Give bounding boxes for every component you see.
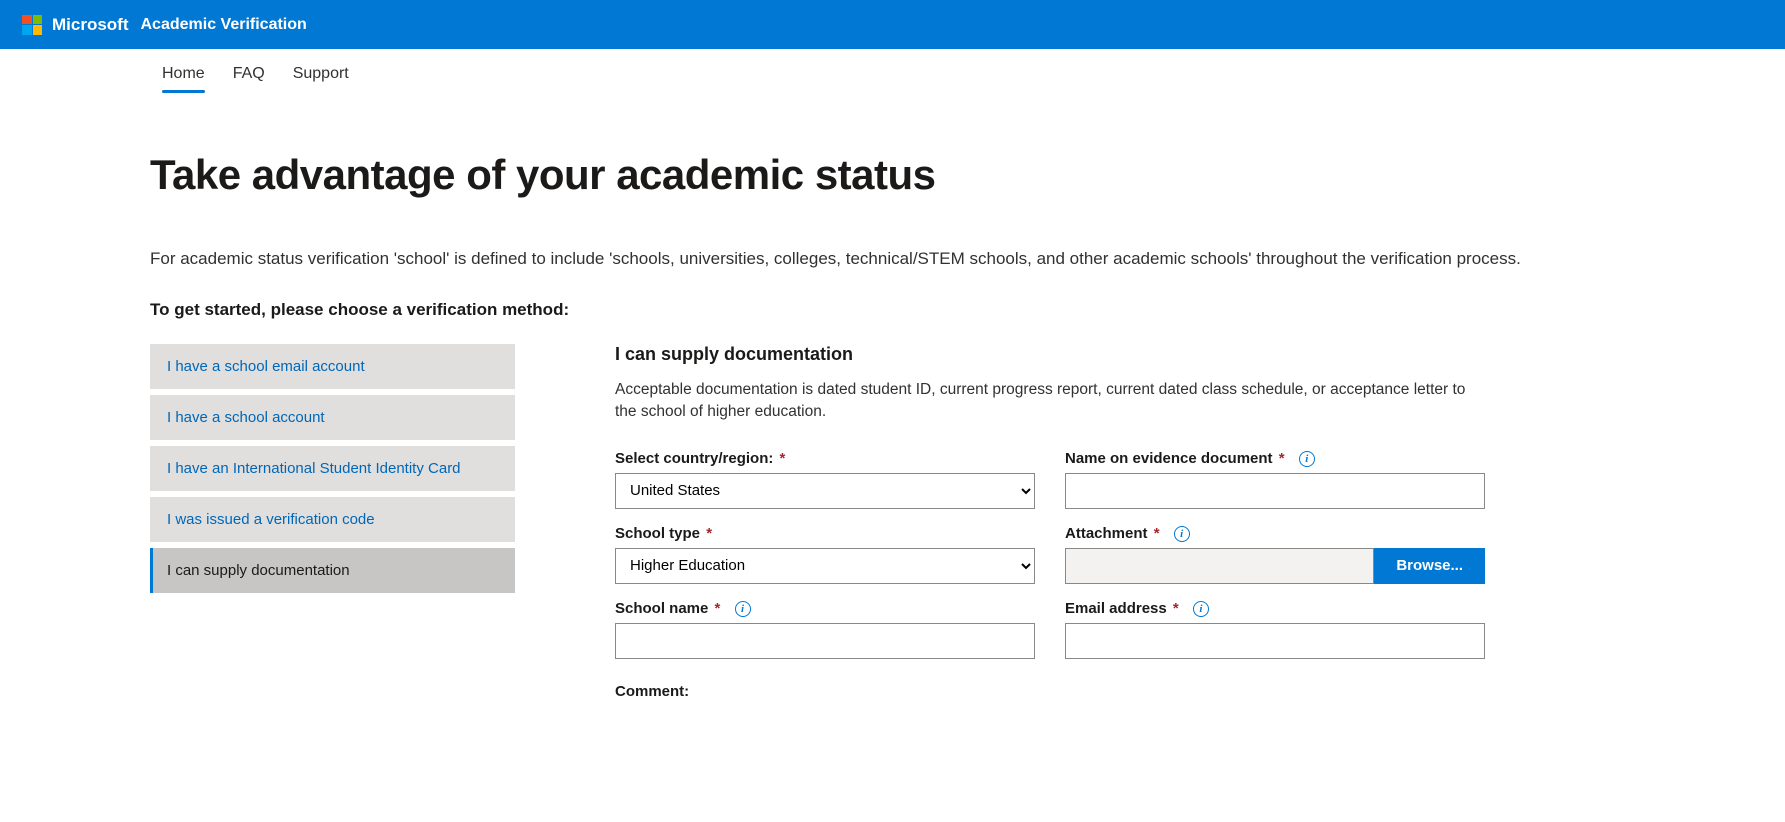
intro-text: For academic status verification 'school…: [150, 247, 1680, 272]
field-comment: Comment:: [615, 675, 1035, 700]
label-attachment-text: Attachment: [1065, 525, 1148, 542]
method-supply-documentation[interactable]: I can supply documentation: [150, 548, 515, 593]
field-school-name: School name * i: [615, 600, 1035, 659]
label-school-type: School type *: [615, 525, 1035, 542]
required-asterisk: *: [1154, 525, 1160, 542]
browse-button[interactable]: Browse...: [1374, 548, 1485, 584]
input-email[interactable]: [1065, 623, 1485, 659]
main-scroll-region[interactable]: Take advantage of your academic status F…: [0, 93, 1785, 787]
method-school-account[interactable]: I have a school account: [150, 395, 515, 440]
required-asterisk: *: [715, 600, 721, 617]
required-asterisk: *: [780, 450, 786, 467]
input-name-on-document[interactable]: [1065, 473, 1485, 509]
label-country: Select country/region: *: [615, 450, 1035, 467]
tab-support[interactable]: Support: [293, 65, 349, 93]
microsoft-logo-icon: [22, 15, 42, 35]
field-country: Select country/region: * United States: [615, 450, 1035, 509]
info-icon[interactable]: i: [1193, 601, 1209, 617]
label-name-on-document: Name on evidence document * i: [1065, 450, 1485, 467]
select-country[interactable]: United States: [615, 473, 1035, 509]
label-school-name: School name * i: [615, 600, 1035, 617]
field-email: Email address * i: [1065, 600, 1485, 659]
label-comment: Comment:: [615, 683, 1035, 700]
choose-heading: To get started, please choose a verifica…: [150, 300, 1761, 320]
verification-method-list: I have a school email account I have a s…: [150, 344, 515, 599]
form-description: Acceptable documentation is dated studen…: [615, 379, 1485, 424]
nav-tabbar: Home FAQ Support: [0, 49, 1785, 93]
form-title: I can supply documentation: [615, 344, 1485, 365]
attachment-display: [1065, 548, 1374, 584]
field-name-on-document: Name on evidence document * i: [1065, 450, 1485, 509]
tab-faq[interactable]: FAQ: [233, 65, 265, 93]
label-name-on-document-text: Name on evidence document: [1065, 450, 1273, 467]
brand-app-name: Academic Verification: [141, 16, 307, 34]
required-asterisk: *: [1279, 450, 1285, 467]
info-icon[interactable]: i: [1299, 451, 1315, 467]
top-bar: Microsoft Academic Verification: [0, 0, 1785, 49]
input-school-name[interactable]: [615, 623, 1035, 659]
info-icon[interactable]: i: [1174, 526, 1190, 542]
label-school-name-text: School name: [615, 600, 708, 617]
required-asterisk: *: [706, 525, 712, 542]
field-school-type: School type * Higher Education: [615, 525, 1035, 584]
label-attachment: Attachment * i: [1065, 525, 1485, 542]
brand-microsoft: Microsoft: [52, 15, 129, 35]
method-verification-code[interactable]: I was issued a verification code: [150, 497, 515, 542]
required-asterisk: *: [1173, 600, 1179, 617]
field-attachment: Attachment * i Browse...: [1065, 525, 1485, 584]
info-icon[interactable]: i: [735, 601, 751, 617]
label-country-text: Select country/region:: [615, 450, 773, 467]
select-school-type[interactable]: Higher Education: [615, 548, 1035, 584]
page-title: Take advantage of your academic status: [150, 151, 1761, 199]
documentation-form: I can supply documentation Acceptable do…: [615, 344, 1485, 700]
label-school-type-text: School type: [615, 525, 700, 542]
method-isic[interactable]: I have an International Student Identity…: [150, 446, 515, 491]
label-email: Email address * i: [1065, 600, 1485, 617]
method-school-email[interactable]: I have a school email account: [150, 344, 515, 389]
label-email-text: Email address: [1065, 600, 1167, 617]
tab-home[interactable]: Home: [162, 65, 205, 93]
